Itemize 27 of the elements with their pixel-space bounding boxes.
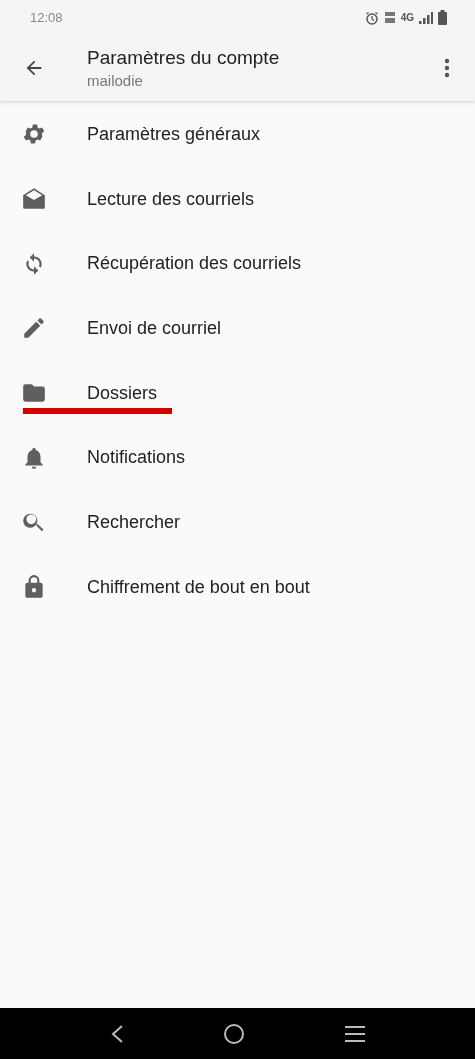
settings-item[interactable]: Notifications (0, 425, 475, 491)
settings-item[interactable]: Envoi de courriel (0, 296, 475, 361)
signal-icon (419, 11, 433, 24)
item-label: Lecture des courriels (87, 188, 255, 210)
menu-nav-icon[interactable] (343, 1024, 366, 1043)
clock-time: 12:08 (30, 10, 63, 25)
item-label: Dossiers (87, 382, 157, 404)
item-label: Chiffrement de bout en bout (87, 576, 310, 598)
more-icon (444, 57, 450, 79)
item-label: Envoi de courriel (87, 317, 222, 339)
screen-title: Paramètres du compte (87, 47, 280, 69)
item-label: Notifications (87, 447, 186, 469)
settings-item[interactable]: Paramètres généraux (0, 102, 475, 167)
item-label: Récupération des courriels (87, 253, 302, 275)
battery-icon (438, 10, 447, 25)
settings-item[interactable]: Chiffrement de bout en bout (0, 554, 475, 620)
settings-item[interactable]: Récupération des courriels (0, 231, 475, 297)
account-name: mailodie (87, 72, 144, 89)
settings-item[interactable]: Dossiers (0, 360, 475, 426)
network-type: 4G (400, 12, 414, 23)
back-nav-icon[interactable] (109, 1023, 124, 1044)
item-label: Rechercher (87, 511, 181, 533)
settings-item[interactable]: Lecture des courriels (0, 166, 475, 232)
settings-item[interactable]: Rechercher (0, 490, 475, 555)
home-nav-icon[interactable] (222, 1022, 245, 1045)
alarm-icon (364, 10, 379, 25)
item-label: Paramètres généraux (87, 123, 261, 145)
